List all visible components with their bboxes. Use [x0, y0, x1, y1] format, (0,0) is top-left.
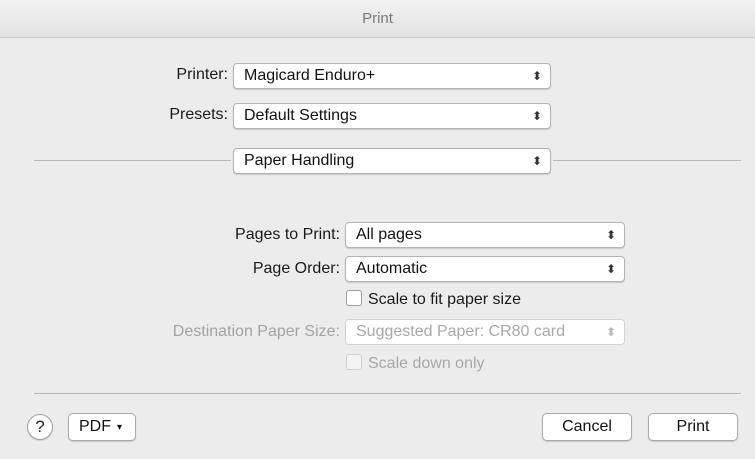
pages-to-print-label: Pages to Print:: [235, 226, 340, 243]
chevron-down-icon: ▾: [117, 422, 123, 433]
presets-value: Default Settings: [244, 107, 357, 124]
printer-value: Magicard Enduro+: [244, 67, 376, 84]
pages-to-print-value: All pages: [356, 226, 422, 243]
page-order-value: Automatic: [356, 260, 428, 277]
section-value: Paper Handling: [244, 152, 355, 169]
section-popup[interactable]: Paper Handling ⬍: [233, 148, 551, 174]
checkbox-box[interactable]: [346, 354, 362, 370]
help-button[interactable]: ?: [27, 414, 53, 440]
printer-label: Printer:: [176, 66, 228, 83]
destination-paper-size-popup[interactable]: Suggested Paper: CR80 card ⬍: [345, 319, 625, 345]
scale-down-only-label: Scale down only: [368, 355, 485, 372]
cancel-button[interactable]: Cancel: [542, 413, 632, 441]
popup-arrows-icon: ⬍: [531, 69, 542, 83]
pages-to-print-popup[interactable]: All pages ⬍: [345, 222, 625, 248]
footer-divider: [34, 393, 741, 394]
page-order-label: Page Order:: [252, 260, 340, 277]
presets-label: Presets:: [169, 106, 228, 123]
pdf-label: PDF: [79, 418, 111, 435]
popup-arrows-icon: ⬍: [605, 325, 616, 339]
popup-arrows-icon: ⬍: [605, 228, 616, 242]
popup-arrows-icon: ⬍: [531, 109, 542, 123]
section-divider-right: [553, 160, 741, 161]
destination-paper-size-label: Destination Paper Size:: [172, 323, 340, 340]
window-title: Print: [0, 0, 755, 38]
popup-arrows-icon: ⬍: [531, 154, 542, 168]
scale-to-fit-label: Scale to fit paper size: [368, 291, 521, 308]
printer-popup[interactable]: Magicard Enduro+ ⬍: [233, 63, 551, 89]
page-order-popup[interactable]: Automatic ⬍: [345, 256, 625, 282]
section-divider-left: [34, 160, 231, 161]
presets-popup[interactable]: Default Settings ⬍: [233, 103, 551, 129]
scale-to-fit-checkbox[interactable]: Scale to fit paper size: [346, 290, 521, 309]
pdf-menu-button[interactable]: PDF ▾: [68, 413, 136, 441]
destination-paper-size-value: Suggested Paper: CR80 card: [356, 323, 566, 340]
scale-down-only-checkbox[interactable]: Scale down only: [346, 354, 485, 373]
checkbox-box[interactable]: [346, 290, 362, 306]
popup-arrows-icon: ⬍: [605, 262, 616, 276]
print-button[interactable]: Print: [648, 413, 738, 441]
